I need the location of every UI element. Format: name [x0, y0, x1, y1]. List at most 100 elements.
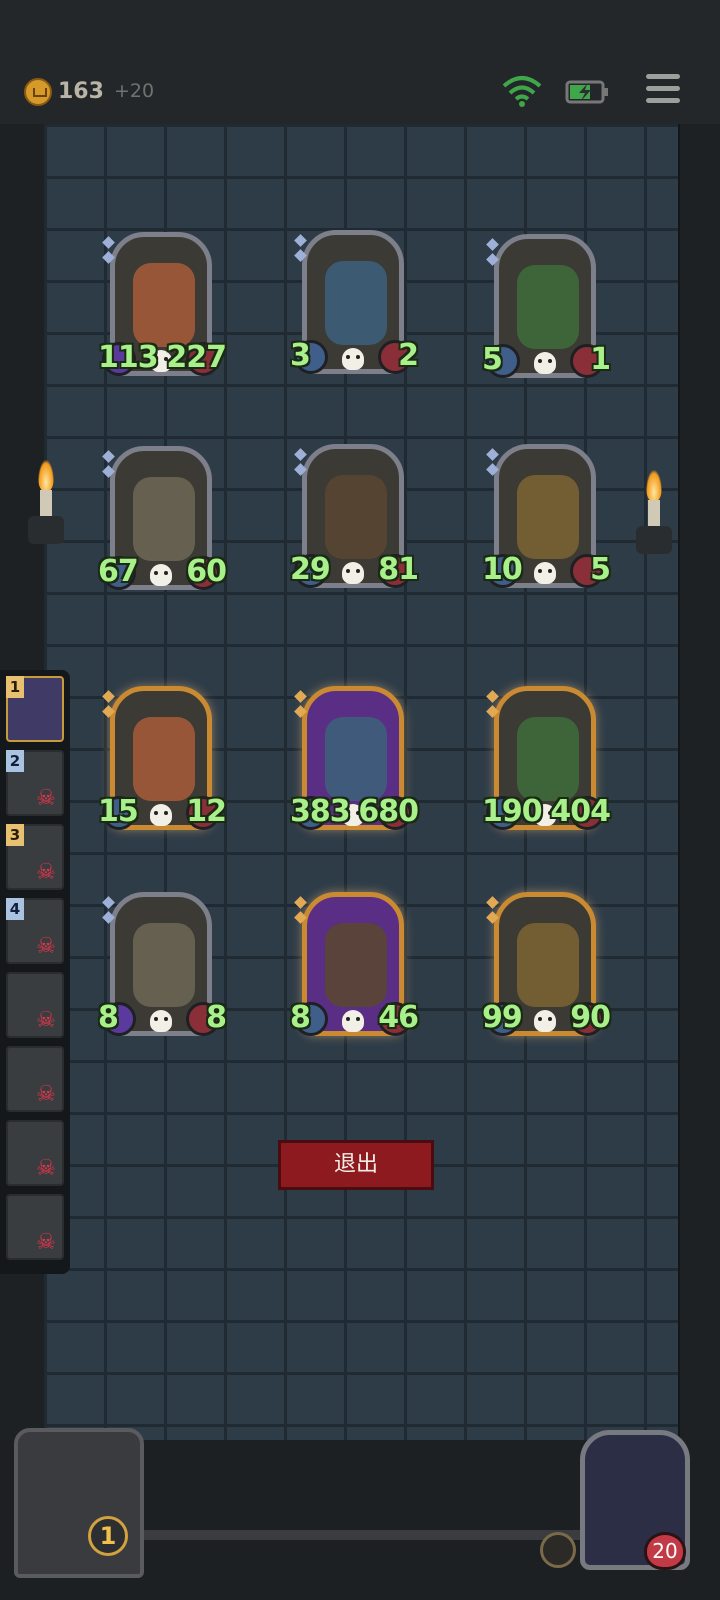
skull-icon [342, 1010, 364, 1032]
rail [140, 1530, 590, 1540]
menu-button[interactable] [646, 74, 680, 108]
rank-badge: 2 [6, 750, 24, 772]
health-value: 60 [186, 554, 227, 589]
attack-value: 8 [290, 1000, 311, 1035]
minion-art [133, 923, 195, 1007]
minion-art [325, 261, 387, 345]
treasure-chest[interactable] [14, 1428, 144, 1578]
leaderboard-slot[interactable]: ☠ [6, 972, 64, 1038]
leaderboard-slot[interactable]: 4 ☠ [6, 898, 64, 964]
minion-art [517, 475, 579, 559]
player-leaderboard: 1 2 ☠ 3 ☠ 4 ☠ ☠ ☠ ☠ ☠ [0, 670, 70, 1274]
exit-button[interactable]: 退出 [278, 1140, 434, 1190]
leaderboard-slot[interactable]: 3 ☠ [6, 824, 64, 890]
skull-crossbones-icon: ☠ [36, 1008, 56, 1033]
attack-value: 15 [98, 794, 139, 829]
health-value: 5 [590, 552, 611, 587]
minion-card[interactable]: 29 81 [290, 444, 419, 602]
minion-card[interactable]: 8 46 [290, 892, 419, 1050]
minion-art [133, 717, 195, 801]
minion-art [517, 923, 579, 1007]
top-bar: 163 +20 [0, 0, 720, 124]
minion-card[interactable]: 113 227 [98, 232, 227, 390]
minion-art [517, 717, 579, 801]
health-value: 2 [398, 338, 419, 373]
tier-gems [102, 236, 115, 268]
chest-count-badge: 1 [88, 1516, 128, 1556]
skull-crossbones-icon: ☠ [36, 786, 56, 811]
tier-gems [294, 690, 307, 722]
tier-gems [102, 450, 115, 482]
minion-card[interactable]: 67 60 [98, 446, 227, 604]
leaderboard-slot[interactable]: ☠ [6, 1046, 64, 1112]
skull-icon [534, 562, 556, 584]
minion-card[interactable]: 190 404 [482, 686, 611, 844]
tier-gems [486, 690, 499, 722]
minion-art [325, 717, 387, 801]
torch-icon [636, 470, 672, 560]
tier-gems [294, 896, 307, 928]
health-value: 680 [358, 794, 419, 829]
health-value: 46 [378, 1000, 419, 1035]
minion-card[interactable]: 10 5 [482, 444, 611, 602]
tier-gems [294, 234, 307, 266]
minion-art [133, 477, 195, 561]
skull-icon [150, 1010, 172, 1032]
minion-art [325, 923, 387, 1007]
right-pillar [676, 124, 720, 1504]
minion-card[interactable]: 51 [482, 234, 611, 392]
leaderboard-slot[interactable]: ☠ [6, 1120, 64, 1186]
health-value: 12 [186, 794, 227, 829]
leaderboard-slot[interactable]: 1 [6, 676, 64, 742]
attack-value: 5 [482, 342, 503, 377]
minion-card[interactable]: 88 [98, 892, 227, 1050]
skull-crossbones-icon: ☠ [36, 1082, 56, 1107]
tier-gems [102, 896, 115, 928]
attack-value: 99 [482, 1000, 523, 1035]
attack-value: 8 [98, 1000, 119, 1035]
gold-income: +20 [114, 80, 155, 102]
wifi-icon [502, 76, 542, 107]
attack-value: 10 [482, 552, 523, 587]
minion-card[interactable]: 383 680 [290, 686, 419, 844]
attack-value: 190 [482, 794, 543, 829]
leaderboard-slot[interactable]: ☠ [6, 1194, 64, 1260]
minion-card[interactable]: 32 [290, 230, 419, 388]
minion-art [517, 265, 579, 349]
minion-art [133, 263, 195, 347]
skull-icon [342, 562, 364, 584]
tier-gems [486, 896, 499, 928]
health-value: 404 [550, 794, 611, 829]
leaderboard-slot[interactable]: 2 ☠ [6, 750, 64, 816]
rank-badge: 4 [6, 898, 24, 920]
skull-crossbones-icon: ☠ [36, 934, 56, 959]
skull-icon [534, 352, 556, 374]
health-value: 90 [570, 1000, 611, 1035]
gold-count: 163 [58, 79, 104, 104]
attack-value: 383 [290, 794, 351, 829]
skull-icon [150, 804, 172, 826]
health-value: 8 [206, 1000, 227, 1035]
battery-charging-icon [565, 80, 608, 104]
tier-gems [486, 448, 499, 480]
torch-icon [28, 460, 64, 550]
coin-icon [24, 78, 52, 106]
attack-value: 29 [290, 552, 331, 587]
minion-card[interactable]: 99 90 [482, 892, 611, 1050]
attack-value: 3 [290, 338, 311, 373]
skull-icon [534, 1010, 556, 1032]
tier-gems [294, 448, 307, 480]
minion-card[interactable]: 15 12 [98, 686, 227, 844]
attack-value: 113 [98, 340, 159, 375]
health-value: 1 [590, 342, 611, 377]
tier-gems [102, 690, 115, 722]
rank-badge: 1 [6, 676, 24, 698]
minion-art [325, 475, 387, 559]
skull-icon [150, 564, 172, 586]
tower-icon[interactable] [540, 1532, 576, 1568]
tier-gems [486, 238, 499, 270]
attack-value: 67 [98, 554, 139, 589]
health-value: 227 [166, 340, 227, 375]
skull-crossbones-icon: ☠ [36, 860, 56, 885]
health-value: 81 [378, 552, 419, 587]
